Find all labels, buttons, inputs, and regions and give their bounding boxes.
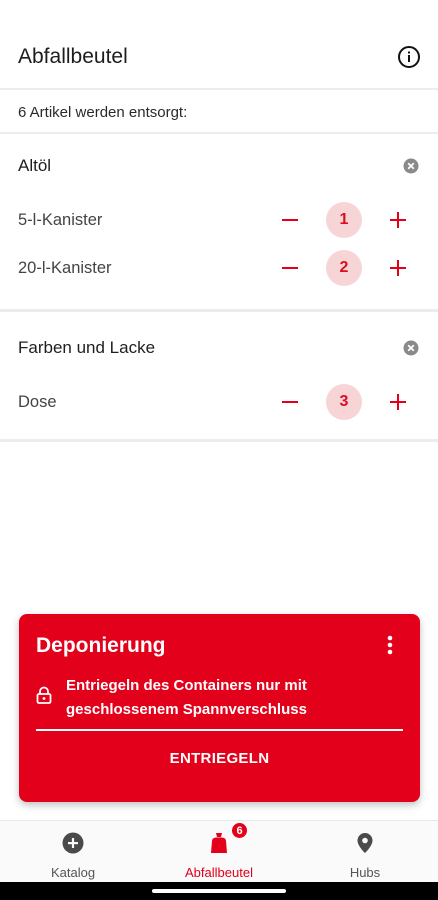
remove-section-icon[interactable] — [402, 339, 420, 357]
section-title: Altöl — [18, 156, 52, 175]
list-item: 5-l-Kanister 1 — [0, 196, 438, 244]
item-label: Dose — [18, 392, 57, 411]
section-header: Farben und Lacke — [0, 318, 438, 378]
section-farben-und-lacke: Farben und Lacke Dose 3 — [0, 318, 438, 442]
nav-label: Abfallbeutel — [185, 865, 253, 880]
page-title: Abfallbeutel — [18, 45, 128, 68]
quantity-badge: 1 — [326, 202, 362, 238]
bottom-navigation: Katalog 6 Abfallbeutel Hubs — [0, 820, 438, 882]
nav-item-katalog[interactable]: Katalog — [0, 821, 146, 882]
list-item: 20-l-Kanister 2 — [0, 244, 438, 292]
minus-icon[interactable] — [272, 202, 308, 238]
quantity-stepper: 2 — [272, 250, 416, 286]
more-vert-icon[interactable] — [378, 633, 402, 657]
section-altoel: Altöl 5-l-Kanister 1 20-l-Kanister 2 — [0, 136, 438, 312]
section-header: Altöl — [0, 136, 438, 196]
item-label: 20-l-Kanister — [18, 258, 112, 277]
nav-label: Hubs — [349, 865, 381, 880]
nav-label: Katalog — [50, 865, 96, 880]
remove-section-icon[interactable] — [402, 157, 420, 175]
lock-icon — [36, 686, 54, 706]
plus-icon[interactable] — [380, 202, 416, 238]
location-pin-icon — [356, 832, 374, 859]
bag-icon — [209, 832, 229, 859]
quantity-badge: 2 — [326, 250, 362, 286]
divider — [36, 729, 403, 731]
deposit-card: Deponierung Entriegeln des Containers nu… — [19, 614, 420, 802]
card-title: Deponierung — [36, 634, 166, 657]
plus-circle-icon — [62, 832, 84, 859]
item-label: 5-l-Kanister — [18, 210, 103, 229]
quantity-stepper: 3 — [272, 384, 416, 420]
nav-item-hubs[interactable]: Hubs — [292, 821, 438, 882]
section-title: Farben und Lacke — [18, 338, 156, 357]
plus-icon[interactable] — [380, 250, 416, 286]
count-badge: 6 — [230, 821, 249, 840]
card-message: Entriegeln des Containers nur mit geschl… — [66, 677, 307, 718]
list-item: Dose 3 — [0, 378, 438, 426]
minus-icon[interactable] — [272, 384, 308, 420]
info-icon[interactable] — [396, 44, 422, 70]
unlock-button[interactable]: ENTRIEGELN — [19, 750, 420, 767]
summary-text: 6 Artikel werden entsorgt: — [0, 92, 438, 134]
quantity-badge: 3 — [326, 384, 362, 420]
nav-item-abfallbeutel[interactable]: 6 Abfallbeutel — [146, 821, 292, 882]
app-bar: Abfallbeutel — [0, 0, 438, 90]
home-gesture-bar[interactable] — [152, 889, 286, 893]
quantity-stepper: 1 — [272, 202, 416, 238]
plus-icon[interactable] — [380, 384, 416, 420]
minus-icon[interactable] — [272, 250, 308, 286]
